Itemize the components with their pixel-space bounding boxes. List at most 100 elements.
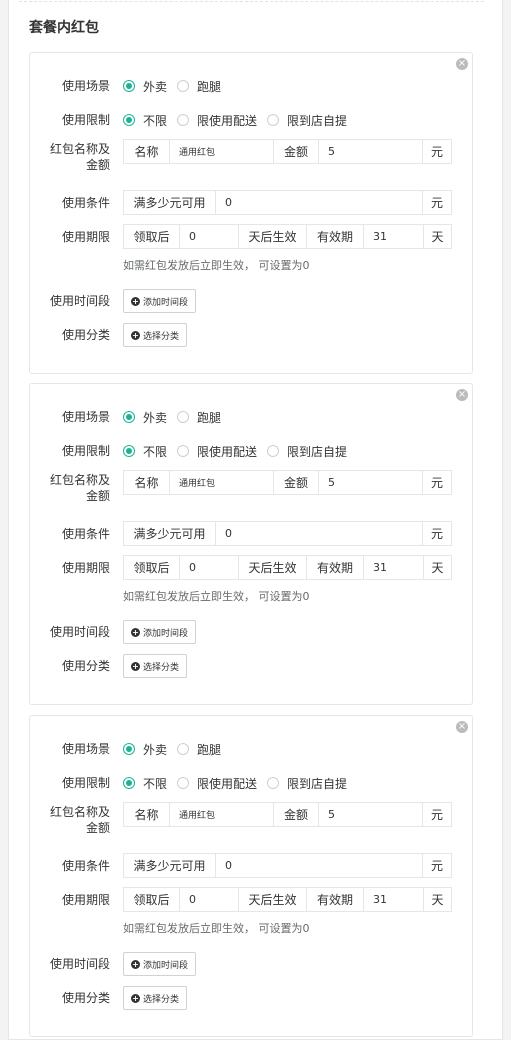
scene-option-takeout[interactable]: 外卖 <box>123 409 167 426</box>
limit-option-label: 限到店自提 <box>287 113 348 128</box>
period-label: 使用期限 <box>61 230 110 244</box>
min-spend-input[interactable]: 0 <box>216 191 422 214</box>
receive-after-addon: 领取后 <box>124 888 180 911</box>
radio-icon <box>123 743 135 755</box>
min-spend-addon: 满多少元可用 <box>124 522 216 545</box>
limit-option-pickup[interactable]: 限到店自提 <box>267 775 347 792</box>
condition-label: 使用条件 <box>61 196 110 210</box>
limit-radio-group: 不限 限使用配送 限到店自提 <box>123 775 357 791</box>
plus-circle-icon: + <box>131 661 140 671</box>
scene-radio-group: 外卖 跑腿 <box>123 78 231 94</box>
limit-option-none[interactable]: 不限 <box>123 775 167 792</box>
limit-option-label: 限使用配送 <box>197 113 258 128</box>
min-spend-addon: 满多少元可用 <box>124 191 216 214</box>
close-icon[interactable]: × <box>456 58 468 70</box>
close-icon[interactable]: × <box>456 721 468 733</box>
yuan-addon: 元 <box>422 854 451 877</box>
time-slot-label: 使用时间段 <box>49 957 110 971</box>
condition-label: 使用条件 <box>61 859 110 873</box>
radio-icon <box>123 80 135 92</box>
plus-circle-icon: + <box>131 627 140 637</box>
limit-option-delivery[interactable]: 限使用配送 <box>177 443 257 460</box>
day-addon: 天 <box>423 888 451 911</box>
limit-option-label: 限到店自提 <box>287 444 348 459</box>
add-time-slot-button[interactable]: + 添加时间段 <box>123 952 197 976</box>
limit-option-label: 不限 <box>143 776 168 791</box>
limit-option-label: 不限 <box>143 444 168 459</box>
limit-option-delivery[interactable]: 限使用配送 <box>177 775 257 792</box>
category-label: 使用分类 <box>61 659 110 673</box>
scene-option-errand[interactable]: 跑腿 <box>177 78 221 95</box>
scene-label: 使用场景 <box>61 79 110 93</box>
add-time-slot-button[interactable]: + 添加时间段 <box>123 620 197 644</box>
plus-circle-icon: + <box>131 993 140 1003</box>
min-spend-input[interactable]: 0 <box>216 522 422 545</box>
limit-option-pickup[interactable]: 限到店自提 <box>267 112 347 129</box>
limit-option-label: 限到店自提 <box>287 776 348 791</box>
close-icon[interactable]: × <box>456 389 468 401</box>
scene-option-errand[interactable]: 跑腿 <box>177 741 221 758</box>
radio-icon <box>177 777 190 789</box>
limit-radio-group: 不限 限使用配送 限到店自提 <box>123 112 357 128</box>
days-effective-addon: 天后生效 <box>238 225 307 248</box>
limit-option-label: 不限 <box>143 113 168 128</box>
limit-option-pickup[interactable]: 限到店自提 <box>267 443 347 460</box>
min-spend-addon: 满多少元可用 <box>124 854 216 877</box>
valid-period-addon: 有效期 <box>307 888 364 911</box>
select-category-button[interactable]: + 选择分类 <box>123 654 188 678</box>
effective-after-input[interactable]: 0 <box>180 888 238 911</box>
limit-option-delivery[interactable]: 限使用配送 <box>177 112 257 129</box>
scene-option-label: 外卖 <box>143 410 168 425</box>
packet-amount-input[interactable]: 5 <box>319 140 422 163</box>
packet-amount-input[interactable]: 5 <box>319 803 422 826</box>
name-amount-label: 红包名称及 金额 <box>49 805 110 835</box>
select-category-button[interactable]: + 选择分类 <box>123 986 188 1010</box>
period-hint: 如需红包发放后立即生效， 可设置为0 <box>123 590 310 603</box>
packet-name-input[interactable]: 通用红包 <box>170 140 273 163</box>
limit-option-none[interactable]: 不限 <box>123 443 167 460</box>
select-category-button[interactable]: + 选择分类 <box>123 323 188 347</box>
scene-option-takeout[interactable]: 外卖 <box>123 741 167 758</box>
effective-after-input[interactable]: 0 <box>180 225 238 248</box>
amount-addon: 金额 <box>273 140 319 163</box>
period-input-group: 领取后 0 天后生效 有效期 31 天 <box>123 555 452 580</box>
valid-days-input[interactable]: 31 <box>364 888 423 911</box>
days-effective-addon: 天后生效 <box>238 888 307 911</box>
radio-icon <box>267 114 280 126</box>
red-packet-card: × 使用场景 外卖 跑腿 使用限制 不限 限使用配送 限到店自提 红包名称及 金… <box>29 52 473 374</box>
condition-input-group: 满多少元可用 0 元 <box>123 190 452 215</box>
radio-icon <box>177 411 190 423</box>
page-panel: 套餐内红包 × 使用场景 外卖 跑腿 使用限制 不限 限使用配送 限到店自提 红… <box>8 0 503 1040</box>
limit-option-label: 限使用配送 <box>197 776 258 791</box>
radio-icon <box>123 777 135 789</box>
packet-name-input[interactable]: 通用红包 <box>170 471 273 494</box>
packet-name-input[interactable]: 通用红包 <box>170 803 273 826</box>
name-amount-input-group: 名称 通用红包 金额 5 元 <box>123 470 452 495</box>
amount-addon: 金额 <box>273 803 319 826</box>
min-spend-input[interactable]: 0 <box>216 854 422 877</box>
valid-period-addon: 有效期 <box>307 556 364 579</box>
day-addon: 天 <box>423 225 451 248</box>
radio-icon <box>267 445 280 457</box>
valid-period-addon: 有效期 <box>307 225 364 248</box>
name-amount-input-group: 名称 通用红包 金额 5 元 <box>123 802 452 827</box>
valid-days-input[interactable]: 31 <box>364 556 423 579</box>
yuan-addon: 元 <box>422 471 451 494</box>
add-time-slot-button[interactable]: + 添加时间段 <box>123 289 197 313</box>
scene-option-takeout[interactable]: 外卖 <box>123 78 167 95</box>
name-addon: 名称 <box>124 471 170 494</box>
name-addon: 名称 <box>124 803 170 826</box>
period-input-group: 领取后 0 天后生效 有效期 31 天 <box>123 887 452 912</box>
effective-after-input[interactable]: 0 <box>180 556 238 579</box>
radio-icon <box>177 743 190 755</box>
scene-label: 使用场景 <box>61 410 110 424</box>
day-addon: 天 <box>423 556 451 579</box>
valid-days-input[interactable]: 31 <box>364 225 423 248</box>
scene-radio-group: 外卖 跑腿 <box>123 409 231 425</box>
packet-amount-input[interactable]: 5 <box>319 471 422 494</box>
red-packet-card: × 使用场景 外卖 跑腿 使用限制 不限 限使用配送 限到店自提 红包名称及 金… <box>29 383 473 705</box>
period-label: 使用期限 <box>61 561 110 575</box>
limit-option-none[interactable]: 不限 <box>123 112 167 129</box>
receive-after-addon: 领取后 <box>124 225 180 248</box>
scene-option-errand[interactable]: 跑腿 <box>177 409 221 426</box>
